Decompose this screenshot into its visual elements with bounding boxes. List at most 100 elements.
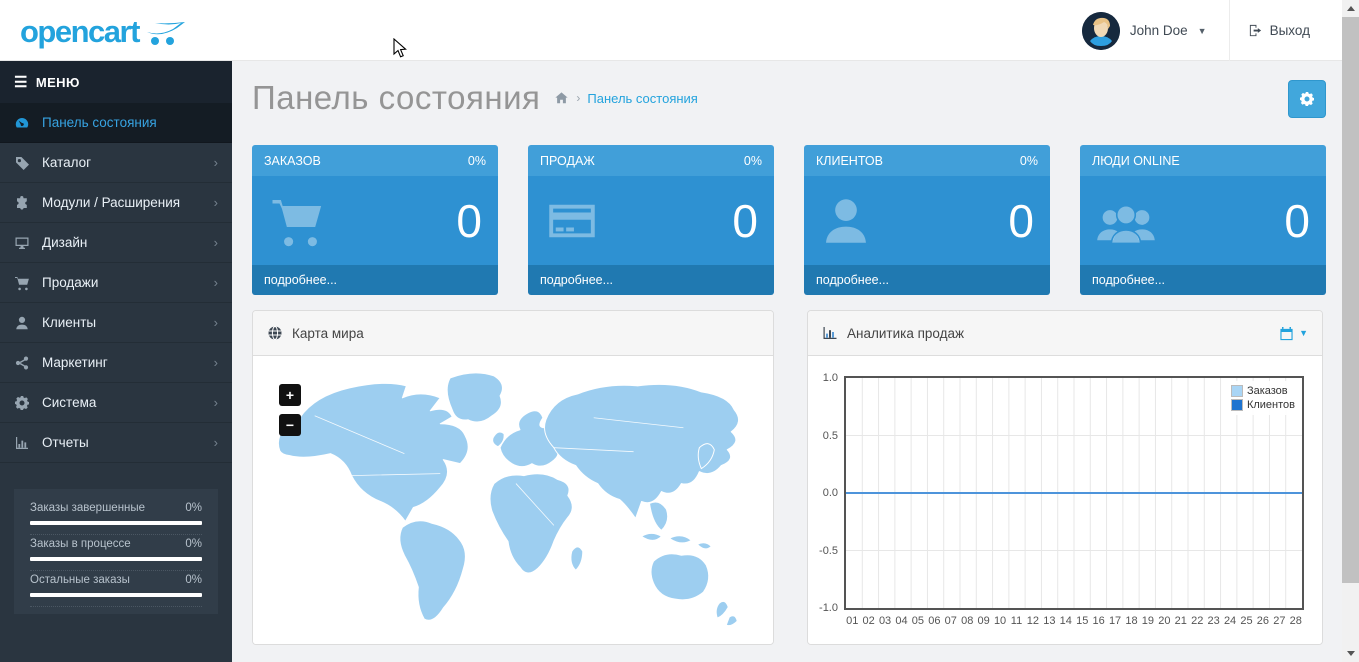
home-icon[interactable] (554, 91, 569, 105)
x-tick-label: 04 (895, 615, 908, 627)
scroll-down-button[interactable] (1342, 645, 1359, 662)
users-icon (1097, 204, 1155, 244)
puzzle-icon (17, 195, 27, 210)
chevron-right-icon: › (213, 275, 218, 290)
progress-bar (30, 557, 202, 561)
sidebar: ☰ МЕНЮ Панель состояния Каталог › Модули… (0, 61, 232, 662)
tile-more-link[interactable]: подробнее... (528, 265, 774, 295)
menu-label: МЕНЮ (35, 74, 80, 90)
x-tick-label: 19 (1141, 615, 1155, 627)
dashboard-icon (15, 117, 29, 127)
x-tick-label: 01 (846, 615, 859, 627)
x-tick-label: 05 (911, 615, 925, 627)
x-tick-label: 09 (977, 615, 990, 627)
x-tick-label: 14 (1059, 615, 1072, 627)
sidebar-item-customers[interactable]: Клиенты › (0, 303, 232, 343)
chart-range-button[interactable]: ▼ (1279, 326, 1308, 341)
logo-text: opencart (20, 13, 140, 49)
logout-button[interactable]: Выход (1228, 0, 1328, 61)
x-tick-label: 24 (1223, 615, 1237, 627)
user-icon (826, 198, 866, 243)
tile-more-link[interactable]: подробнее... (252, 265, 498, 295)
sidebar-item-label: Каталог (42, 155, 92, 170)
tile-label: ПРОДАЖ (540, 153, 595, 168)
dashboard-settings-button[interactable] (1288, 80, 1326, 118)
stat-value: 0% (185, 538, 202, 550)
tile-more-link[interactable]: подробнее... (1080, 265, 1326, 295)
x-tick-label: 16 (1092, 615, 1105, 627)
stat-label: Остальные заказы (30, 574, 130, 586)
user-name: John Doe (1129, 23, 1188, 38)
breadcrumb-current[interactable]: Панель состояния (587, 91, 697, 106)
tile-percent: 0% (1019, 153, 1038, 168)
y-tick-label: 0.5 (822, 429, 838, 442)
tile-label: ЗАКАЗОВ (264, 153, 321, 168)
x-tick-label: 25 (1240, 615, 1253, 627)
tile-value: 0 (456, 194, 482, 247)
tile-more-link[interactable]: подробнее... (804, 265, 1050, 295)
sidebar-item-label: Продажи (42, 275, 99, 290)
logo-cart-icon (146, 22, 185, 45)
tile-people-online: ЛЮДИ ONLINE 0 подробнее... (1080, 145, 1326, 295)
hamburger-icon: ☰ (14, 74, 28, 91)
legend-label: Клиентов (1246, 399, 1295, 411)
tile-orders: ЗАКАЗОВ 0% 0 подробнее... (252, 145, 498, 295)
cart-icon (15, 276, 29, 290)
y-tick-label: 1.0 (822, 372, 838, 384)
y-tick-label: -1.0 (819, 602, 838, 614)
panel-title: Аналитика продаж (847, 325, 965, 341)
calendar-icon (1280, 326, 1293, 340)
chevron-right-icon: › (213, 155, 218, 170)
scrollbar-thumb[interactable] (1342, 17, 1359, 583)
chevron-right-icon: › (213, 395, 218, 410)
breadcrumb-separator: › (576, 91, 581, 105)
tile-customers: КЛИЕНТОВ 0% 0 подробнее... (804, 145, 1050, 295)
sidebar-item-reports[interactable]: Отчеты › (0, 423, 232, 463)
legend-entry: Заказов (1230, 385, 1295, 397)
sidebar-item-label: Система (42, 395, 97, 410)
sidebar-item-system[interactable]: Система › (0, 383, 232, 423)
world-map[interactable]: + − (253, 356, 773, 644)
menu-header[interactable]: ☰ МЕНЮ (0, 61, 232, 103)
bar-chart-icon (823, 327, 837, 339)
sales-analytics-panel: Аналитика продаж ▼ 1.0 0.5 0.0 -0.5 -1.0 Зак… (807, 310, 1323, 645)
desktop-icon (15, 237, 29, 249)
page-title: Панель состояния (252, 79, 541, 116)
sidebar-item-extensions[interactable]: Модули / Расширения › (0, 183, 232, 223)
x-tick-label: 17 (1108, 615, 1122, 627)
sidebar-item-label: Модули / Расширения (42, 195, 181, 210)
sidebar-item-label: Панель состояния (42, 115, 157, 130)
share-icon (15, 356, 29, 369)
x-tick-label: 06 (928, 615, 941, 627)
chart-y-axis: 1.0 0.5 0.0 -0.5 -1.0 (808, 356, 840, 644)
sidebar-item-dashboard[interactable]: Панель состояния (0, 103, 232, 143)
progress-bar (30, 521, 202, 525)
scroll-up-button[interactable] (1342, 0, 1359, 17)
map-zoom-out-button[interactable]: − (279, 414, 301, 436)
opencart-logo[interactable]: opencart (20, 10, 220, 52)
sidebar-item-marketing[interactable]: Маркетинг › (0, 343, 232, 383)
map-zoom-in-button[interactable]: + (279, 384, 301, 406)
stat-tiles: ЗАКАЗОВ 0% 0 подробнее... ПРОДАЖ 0% 0 по… (232, 145, 1342, 295)
chevron-right-icon: › (213, 435, 218, 450)
tile-label: КЛИЕНТОВ (816, 153, 883, 168)
y-tick-label: 0.0 (822, 487, 838, 499)
x-tick-label: 27 (1273, 615, 1286, 627)
chart-legend: Заказов Клиентов (1226, 381, 1299, 415)
x-tick-label: 02 (862, 615, 875, 627)
avatar (1081, 11, 1120, 50)
stat-label: Заказы в процессе (30, 538, 131, 550)
sidebar-item-sales[interactable]: Продажи › (0, 263, 232, 303)
x-tick-label: 15 (1076, 615, 1089, 627)
stat-orders-other: Остальные заказы 0% (30, 574, 202, 607)
x-tick-label: 11 (1010, 615, 1023, 627)
main-content: Панель состояния › Панель состояния ЗАКА… (232, 61, 1342, 662)
tile-value: 0 (1284, 194, 1310, 247)
chevron-right-icon: › (213, 315, 218, 330)
sidebar-item-label: Дизайн (42, 235, 88, 250)
sidebar-item-design[interactable]: Дизайн › (0, 223, 232, 263)
user-menu[interactable]: John Doe ▼ (1060, 11, 1229, 50)
sidebar-item-catalog[interactable]: Каталог › (0, 143, 232, 183)
chevron-right-icon: › (213, 235, 218, 250)
page-scrollbar[interactable] (1342, 0, 1359, 662)
